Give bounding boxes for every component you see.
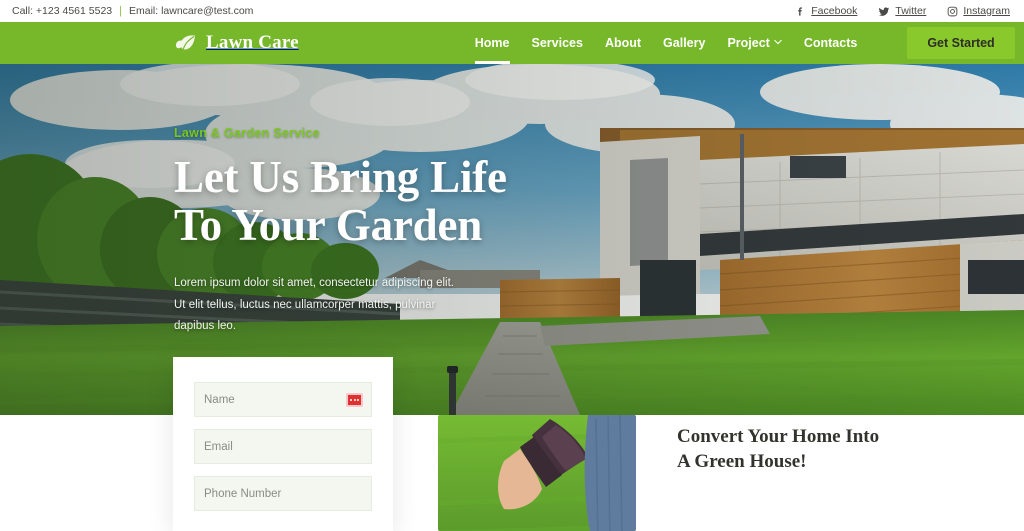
feature-section: Convert Your Home Into A Green House! — [0, 415, 1024, 531]
feature-text-block: Convert Your Home Into A Green House! — [677, 424, 879, 475]
nav-label-project: Project — [727, 36, 770, 50]
form-warning-badge-icon[interactable] — [346, 392, 363, 407]
facebook-icon — [795, 6, 806, 17]
nav-item-home[interactable]: Home — [474, 22, 510, 64]
nav-links: Home Services About Gallery Project Cont… — [474, 22, 1015, 64]
nav-label-contacts: Contacts — [803, 36, 858, 50]
hero-eyebrow: Lawn & Garden Service — [174, 126, 320, 140]
twitter-icon — [878, 6, 890, 17]
chevron-down-icon — [774, 38, 782, 46]
nav-item-services[interactable]: Services — [532, 22, 583, 64]
main-navbar: Lawn Care Home Services About Gallery Pr… — [0, 22, 1024, 64]
nav-item-gallery[interactable]: Gallery — [663, 22, 705, 64]
instagram-icon — [947, 6, 958, 17]
feature-title: Convert Your Home Into A Green House! — [677, 424, 879, 475]
phone-label[interactable]: Call: +123 4561 5523 — [12, 5, 112, 17]
nav-item-about[interactable]: About — [605, 22, 641, 64]
feature-photo — [438, 415, 636, 531]
top-info-bar: Call: +123 4561 5523 | Email: lawncare@t… — [0, 0, 1024, 22]
email-label[interactable]: Email: lawncare@test.com — [129, 5, 253, 17]
hero-section: Lawn & Garden Service Let Us Bring Life … — [0, 64, 1024, 415]
hero-title: Let Us Bring Life To Your Garden — [174, 153, 734, 249]
email-input[interactable] — [204, 440, 362, 453]
contact-form-card — [173, 357, 393, 531]
hero-title-line-2: To Your Garden — [174, 200, 483, 251]
leaf-icon — [174, 31, 198, 55]
nav-label-services: Services — [531, 36, 583, 50]
phone-input[interactable] — [204, 487, 362, 500]
topbar-contact-group: Call: +123 4561 5523 | Email: lawncare@t… — [12, 5, 253, 17]
feature-title-line-2: A Green House! — [677, 451, 807, 473]
brand-name: Lawn Care — [206, 32, 299, 53]
nav-label-home: Home — [474, 36, 510, 50]
social-link-facebook[interactable]: Facebook — [795, 5, 857, 17]
nav-label-about: About — [604, 36, 642, 50]
social-link-instagram[interactable]: Instagram — [947, 5, 1010, 17]
name-input[interactable] — [204, 393, 362, 406]
feature-title-line-1: Convert Your Home Into — [677, 426, 880, 447]
get-started-button[interactable]: Get Started — [907, 27, 1015, 59]
hero-subtext: Lorem ipsum dolor sit amet, consectetur … — [174, 277, 454, 332]
social-label-facebook: Facebook — [811, 5, 858, 17]
social-label-instagram: Instagram — [963, 5, 1010, 17]
nav-item-contacts[interactable]: Contacts — [804, 22, 857, 64]
form-field-name[interactable] — [194, 382, 372, 417]
brand-logo[interactable]: Lawn Care — [174, 31, 299, 55]
social-label-twitter: Twitter — [895, 5, 927, 17]
nav-label-gallery: Gallery — [663, 36, 706, 50]
topbar-social-group: Facebook Twitter Instagram — [795, 5, 1010, 17]
form-field-email[interactable] — [194, 429, 372, 464]
topbar-separator: | — [119, 5, 122, 17]
social-link-twitter[interactable]: Twitter — [878, 5, 926, 17]
hero-content: Lawn & Garden Service Let Us Bring Life … — [174, 126, 734, 337]
form-field-phone[interactable] — [194, 476, 372, 511]
hero-title-line-1: Let Us Bring Life — [174, 152, 507, 202]
nav-item-project[interactable]: Project — [727, 22, 782, 64]
